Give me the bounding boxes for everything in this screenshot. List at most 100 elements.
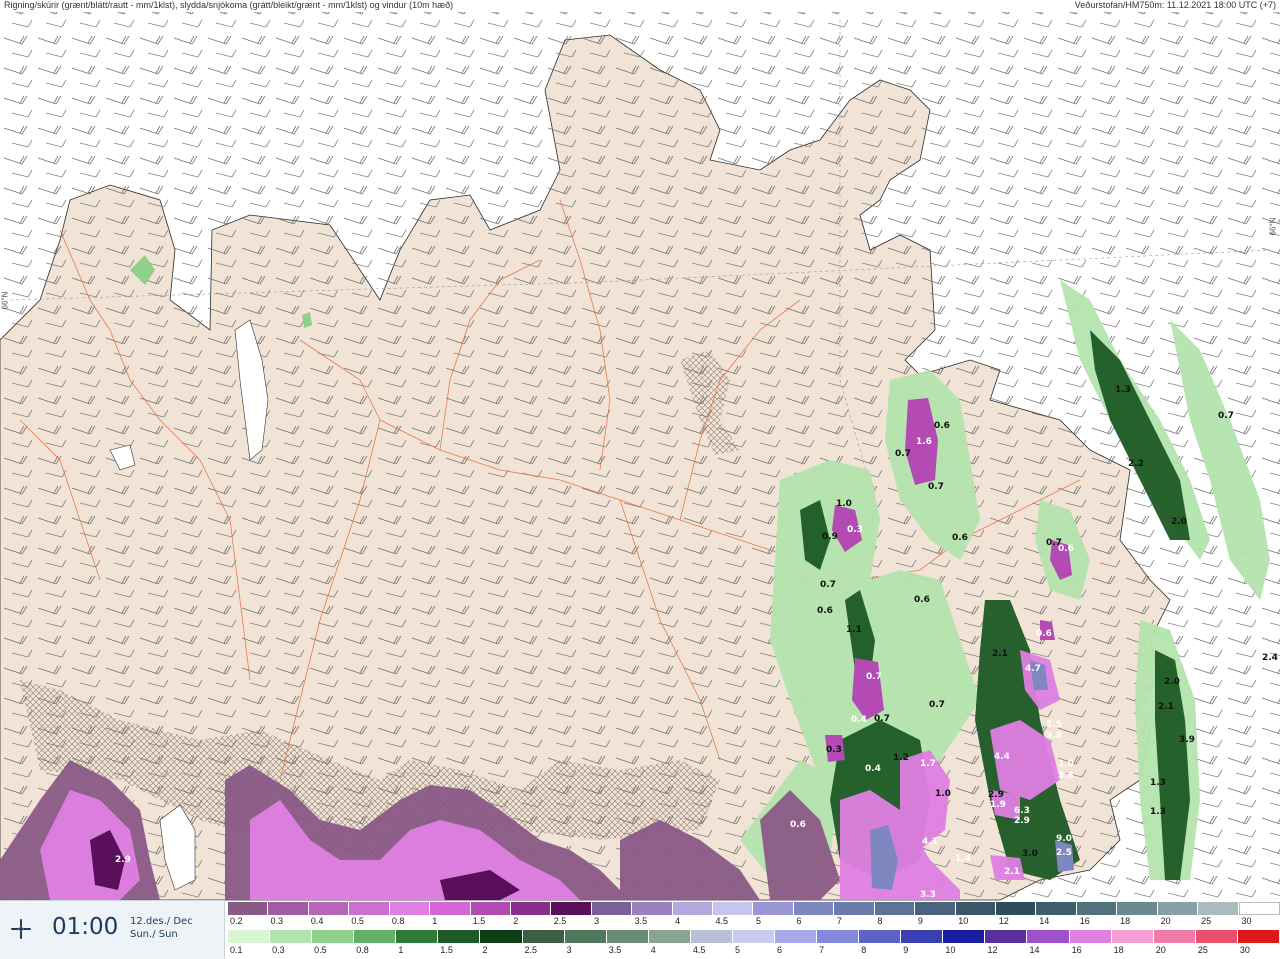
precip-value-label: 0.7	[1218, 411, 1234, 421]
legend-snow-swatch	[268, 902, 309, 915]
legend-rain-label: 0.5	[314, 945, 327, 955]
precip-value-label: 4.1	[922, 837, 938, 847]
precip-value-label: 1.3	[1115, 385, 1131, 395]
precip-value-label: 0.6	[934, 421, 950, 431]
legend-snow-label: 0.5	[351, 916, 364, 926]
precip-value-label: 2.4	[1262, 653, 1278, 663]
legend-snow-label: 2.5	[553, 916, 567, 926]
precip-value-label: 3.8	[1046, 731, 1062, 741]
model-run-label: Veðurstofan/HM750m: 11.12.2021 18:00 UTC…	[1074, 0, 1276, 10]
precip-value-label: 3.8	[1058, 771, 1074, 781]
precip-value-label: 3.9	[1179, 735, 1195, 745]
legend-rain-swatch	[228, 930, 271, 943]
precip-value-label: 0.6	[1036, 629, 1052, 639]
legend-snow-label: 1	[432, 916, 438, 926]
legend-rain-label: 30	[1239, 945, 1250, 955]
legend-snow-swatch	[349, 902, 390, 915]
precip-value-label: 1.2	[893, 753, 909, 763]
precip-value-label: 2.9	[1014, 816, 1030, 826]
forecast-date-line2: Sun./ Sun	[130, 929, 178, 940]
snow-legend-labels: 0.2 0.3 0.4 0.5 0.8 1 1.5 2 2.5 3 3.5 4 4.5 5 6 7 8 9 10 12…	[228, 916, 1280, 928]
legend-rain-label: 25	[1197, 945, 1208, 955]
legend-rain-label: 0.1	[230, 945, 243, 955]
legend-snow-label: 12	[998, 916, 1009, 926]
forecast-time-icon[interactable]	[10, 918, 32, 940]
precip-value-label: 1.3	[1150, 807, 1166, 817]
legend-snow-swatch	[996, 902, 1037, 915]
precip-value-label: 5.5	[1046, 720, 1062, 730]
forecast-time: 01:00	[52, 914, 119, 940]
precip-value-label: 1.3	[1150, 778, 1166, 788]
legend-snow-label: 6	[796, 916, 802, 926]
forecast-date: 12.des./ Dec Sun./ Sun	[130, 915, 193, 941]
forecast-date-line1: 12.des./ Dec	[130, 916, 193, 927]
latitude-label-right: 66°N	[1268, 217, 1278, 236]
legend-snow-swatch	[510, 902, 552, 915]
precip-value-label: 0.6	[790, 820, 806, 830]
legend-rain-label: 0.8	[356, 945, 369, 955]
legend-rain-swatch	[312, 930, 355, 943]
legend-rain-label: 1	[398, 945, 404, 955]
map-title: Rigning/skúrir (grænt/blátt/rautt - mm/1…	[4, 0, 454, 10]
legend-snow-swatch	[834, 902, 875, 915]
legend-rain-swatch	[690, 930, 733, 943]
legend-rain-swatch	[775, 930, 818, 943]
legend-rain-label: 4	[650, 945, 656, 955]
precip-value-label: 0.7	[895, 449, 911, 459]
precip-value-label: 1.0	[836, 499, 852, 509]
precip-value-label: 3.3	[920, 890, 936, 900]
legend-snow-label: 4	[675, 916, 681, 926]
forecast-time-box: 01:00 12.des./ Dec Sun./ Sun	[0, 900, 225, 959]
legend-snow-label: 3	[594, 916, 600, 926]
legend-rain-label: 8	[861, 945, 867, 955]
legend-snow-label: 1.5	[472, 916, 486, 926]
legend-snow-label: 16	[1079, 916, 1090, 926]
legend-rain-swatch	[1027, 930, 1070, 943]
legend-rain-label: 12	[987, 945, 998, 955]
legend-rain-label: 16	[1071, 945, 1082, 955]
legend-rain-label: 5	[734, 945, 740, 955]
precip-value-label: 1.1	[846, 625, 862, 635]
precip-value-label: 0.6	[914, 595, 930, 605]
legend-snow-swatch	[591, 902, 633, 915]
precip-value-label: 2.2	[1128, 459, 1144, 469]
legend-snow-swatch	[753, 902, 794, 915]
rain-legend-labels: 0.1 0.3 0.5 0.8 1 1.5 2 2.5 3 3.5 4 4.5 5 6 7 8 9 10 12 14 1…	[228, 945, 1280, 957]
precip-value-label: 3.0	[1022, 849, 1038, 859]
legend-snow-label: 3.5	[634, 916, 648, 926]
legend-snow-swatch	[551, 902, 592, 915]
precip-value-label: 6.3	[1014, 806, 1030, 816]
legend-rain-label: 7	[819, 945, 825, 955]
legend-snow-swatch	[389, 902, 431, 915]
legend-rain-label: 18	[1113, 945, 1124, 955]
legend-rain-swatch	[1111, 930, 1154, 943]
legend-rain-swatch	[817, 930, 860, 943]
legend-snow-swatch	[1198, 902, 1239, 915]
legend-rain-label: 4.5	[692, 945, 706, 955]
legend-rain-swatch	[648, 930, 691, 943]
legend-rain-swatch	[480, 930, 523, 943]
legend-rain-swatch	[1153, 930, 1196, 943]
snow-color-legend	[228, 902, 1280, 915]
legend-snow-swatch	[308, 902, 350, 915]
legend-rain-swatch	[943, 930, 986, 943]
legend-snow-swatch	[1117, 902, 1158, 915]
precip-value-label: 0.6	[817, 606, 833, 616]
precip-value-label: 0.3	[847, 525, 863, 535]
legend-rain-label: 3.5	[608, 945, 622, 955]
legend-snow-label: 10	[958, 916, 969, 926]
precip-value-label: 2.5	[1056, 848, 1072, 858]
precip-value-label: 2.1	[1158, 702, 1174, 712]
legend-snow-swatch	[874, 902, 916, 915]
precip-value-label: 0.7	[820, 580, 836, 590]
legend-snow-label: 0.4	[310, 916, 324, 926]
legend-rain-swatch	[522, 930, 565, 943]
precip-value-label: 1.4	[955, 854, 971, 864]
legend-rain-swatch	[859, 930, 902, 943]
legend-rain-swatch	[396, 930, 439, 943]
legend-snow-swatch	[793, 902, 835, 915]
precip-value-label: 0.4	[865, 764, 881, 774]
precip-value-label: 4.7	[1025, 664, 1041, 674]
precip-value-label: 1.7	[920, 759, 936, 769]
precip-value-label: 1.6	[916, 437, 932, 447]
